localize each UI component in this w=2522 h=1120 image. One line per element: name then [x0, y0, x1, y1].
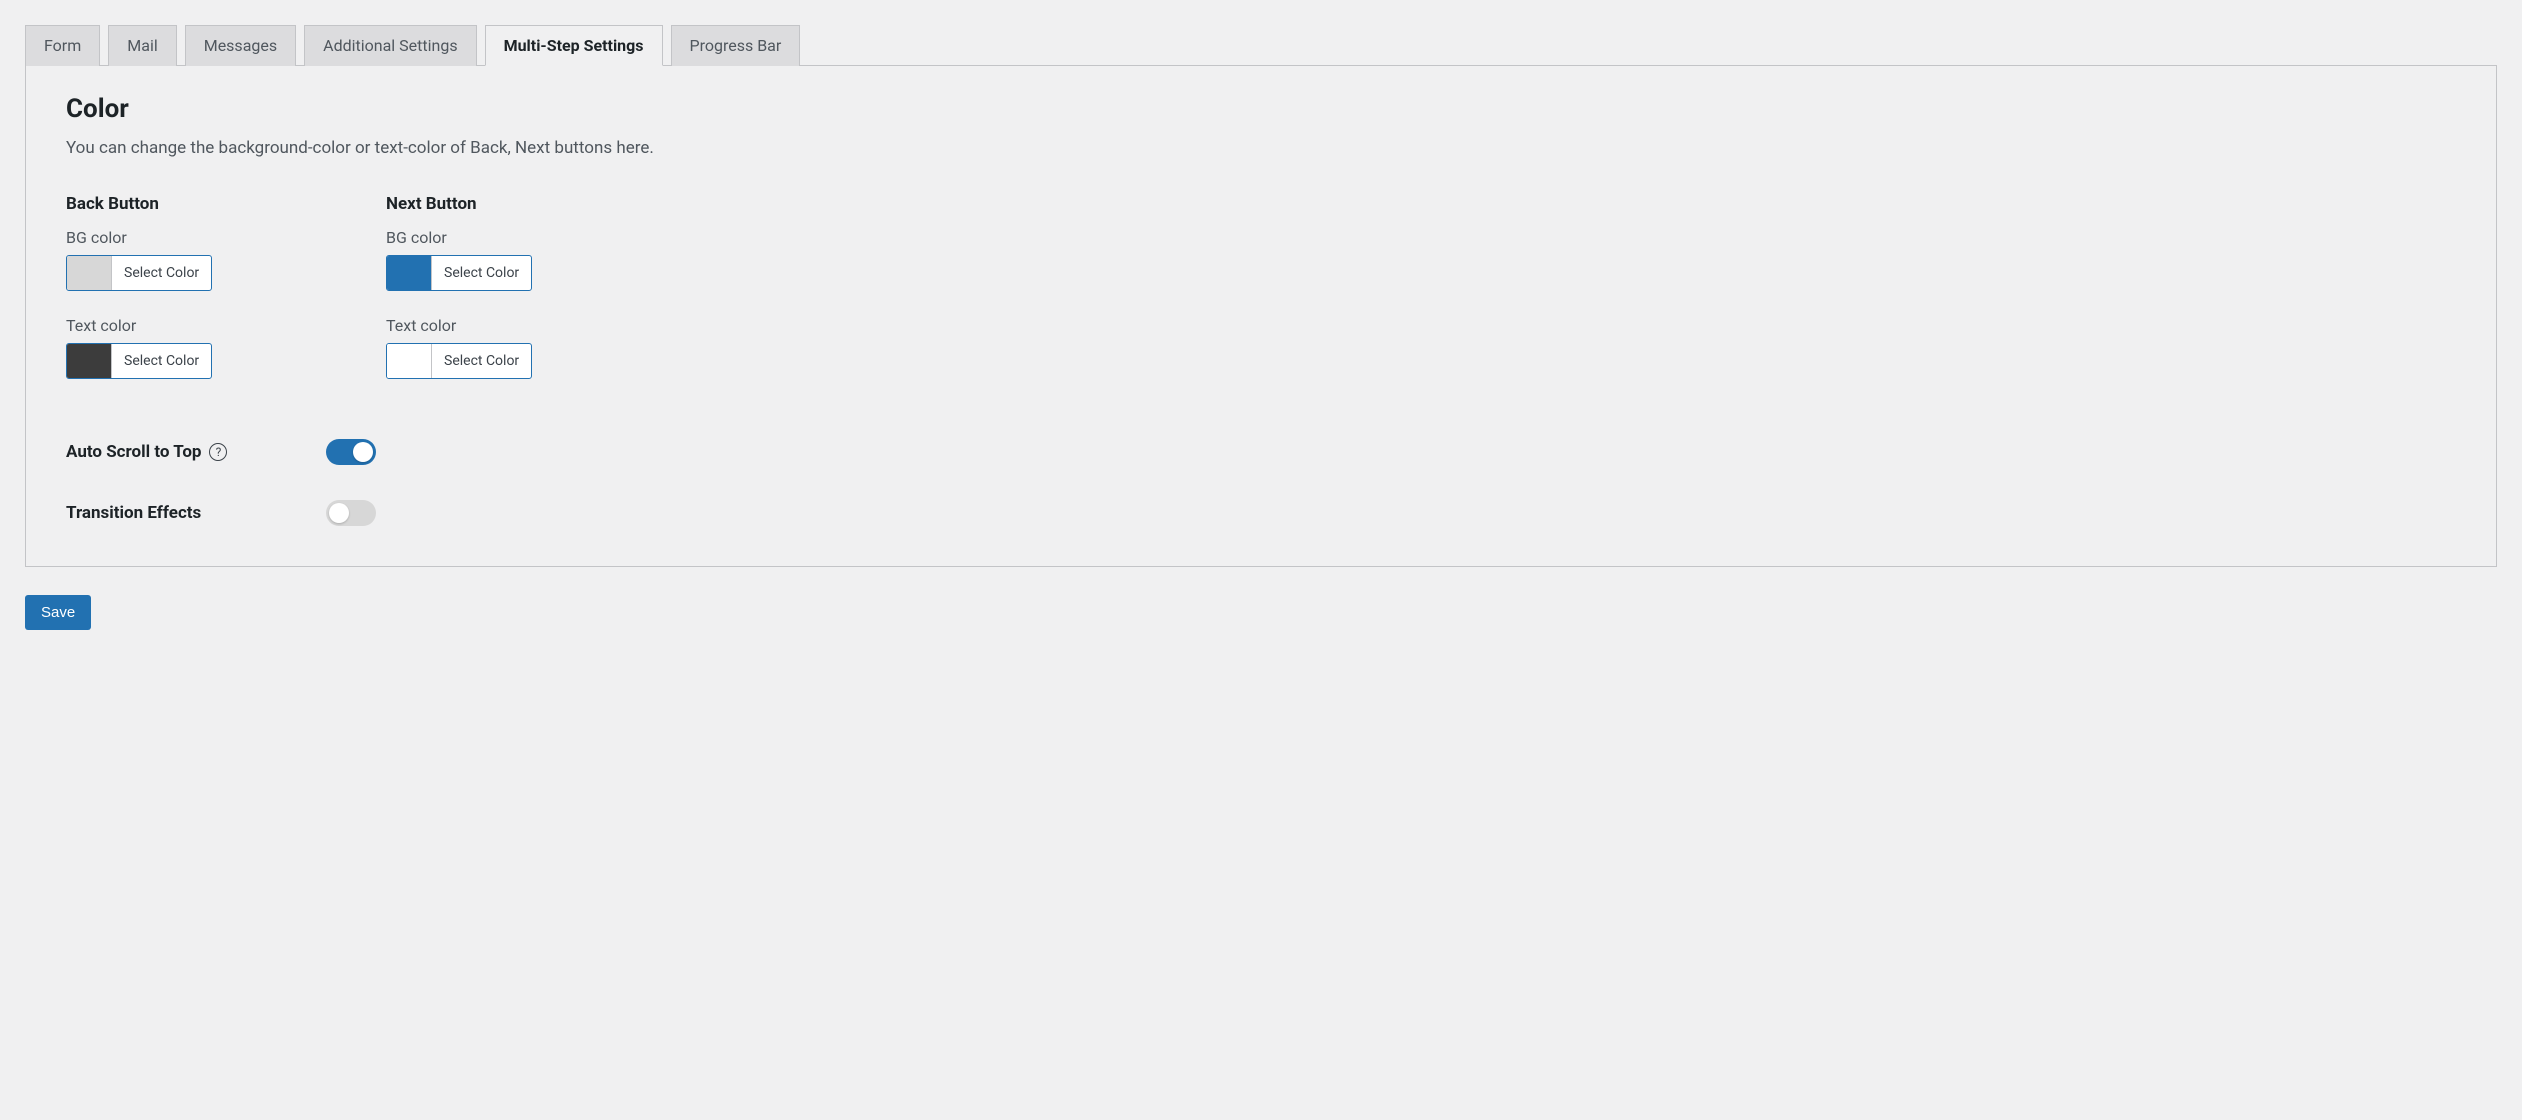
toggle-knob — [329, 503, 349, 523]
next-button-title: Next Button — [386, 194, 706, 214]
back-text-label: Text color — [66, 316, 386, 335]
settings-panel: Color You can change the background-colo… — [25, 65, 2497, 567]
button-color-columns: Back Button BG color Select Color Text c… — [66, 194, 2456, 404]
section-title: Color — [66, 94, 2456, 124]
tab-messages[interactable]: Messages — [185, 25, 296, 66]
tabs-bar: Form Mail Messages Additional Settings M… — [25, 25, 2497, 66]
back-bg-label: BG color — [66, 228, 386, 247]
color-swatch — [67, 256, 112, 290]
back-button-title: Back Button — [66, 194, 386, 214]
next-bg-color-picker[interactable]: Select Color — [386, 255, 532, 291]
transition-row: Transition Effects — [66, 500, 2456, 526]
toggle-knob — [353, 442, 373, 462]
select-color-label: Select Color — [432, 344, 531, 378]
select-color-label: Select Color — [112, 256, 211, 290]
next-bg-label: BG color — [386, 228, 706, 247]
next-button-column: Next Button BG color Select Color Text c… — [386, 194, 706, 404]
tab-additional-settings[interactable]: Additional Settings — [304, 25, 476, 66]
next-bg-field: BG color Select Color — [386, 228, 706, 294]
auto-scroll-label: Auto Scroll to Top ? — [66, 442, 326, 462]
auto-scroll-row: Auto Scroll to Top ? — [66, 439, 2456, 465]
next-text-color-picker[interactable]: Select Color — [386, 343, 532, 379]
transition-label: Transition Effects — [66, 503, 326, 523]
save-button[interactable]: Save — [25, 595, 91, 630]
section-description: You can change the background-color or t… — [66, 138, 2456, 158]
tab-progress-bar[interactable]: Progress Bar — [671, 25, 801, 66]
color-swatch — [67, 344, 112, 378]
help-icon[interactable]: ? — [209, 443, 227, 461]
back-button-column: Back Button BG color Select Color Text c… — [66, 194, 386, 404]
back-bg-field: BG color Select Color — [66, 228, 386, 294]
transition-text: Transition Effects — [66, 503, 201, 523]
next-text-field: Text color Select Color — [386, 316, 706, 382]
back-text-field: Text color Select Color — [66, 316, 386, 382]
tab-multi-step-settings[interactable]: Multi-Step Settings — [485, 25, 663, 66]
next-text-label: Text color — [386, 316, 706, 335]
select-color-label: Select Color — [112, 344, 211, 378]
transition-toggle[interactable] — [326, 500, 376, 526]
color-swatch — [387, 256, 432, 290]
auto-scroll-text: Auto Scroll to Top — [66, 442, 201, 462]
color-swatch — [387, 344, 432, 378]
tab-form[interactable]: Form — [25, 25, 100, 66]
select-color-label: Select Color — [432, 256, 531, 290]
auto-scroll-toggle[interactable] — [326, 439, 376, 465]
back-bg-color-picker[interactable]: Select Color — [66, 255, 212, 291]
tab-mail[interactable]: Mail — [108, 25, 176, 66]
back-text-color-picker[interactable]: Select Color — [66, 343, 212, 379]
